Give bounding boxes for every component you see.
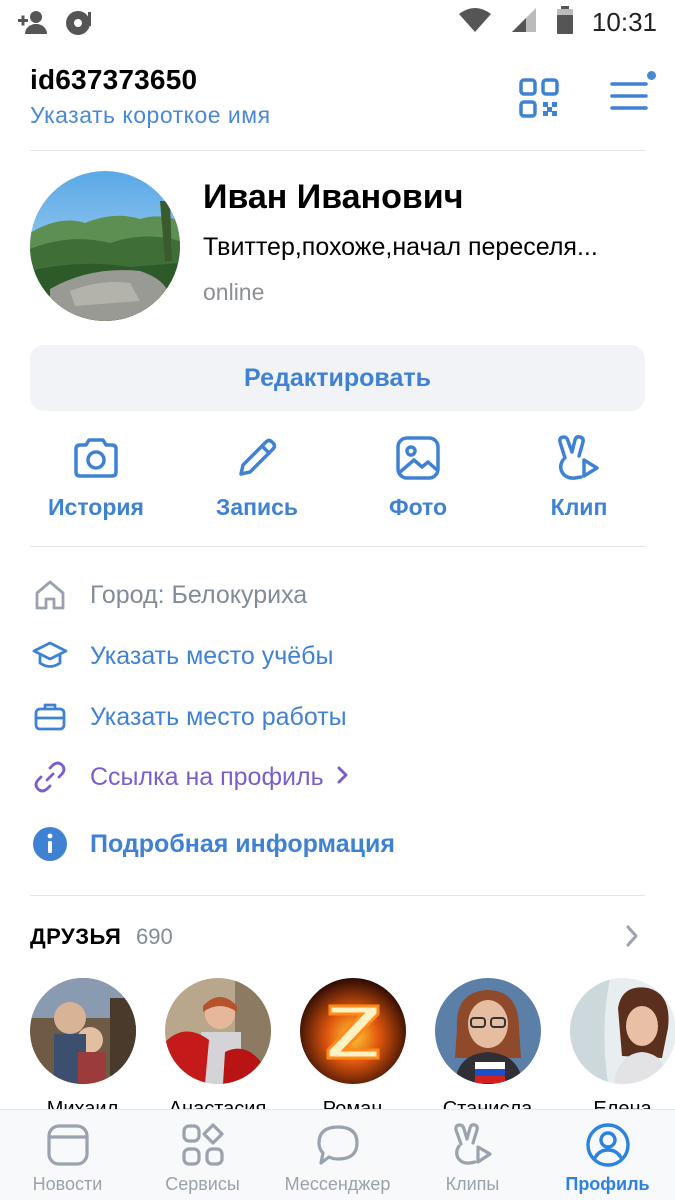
home-icon xyxy=(30,575,70,615)
bottom-tab-bar: Новости Сервисы Мессенджер Клипы Профиль xyxy=(0,1109,675,1200)
action-story[interactable]: История xyxy=(26,432,166,532)
tab-label: Мессенджер xyxy=(284,1174,391,1194)
profile-header: id637373650 Указать короткое имя xyxy=(30,62,656,142)
friend-item[interactable]: Михаил xyxy=(15,978,150,1121)
friends-count: 690 xyxy=(136,924,173,949)
signal-icon xyxy=(510,7,538,38)
briefcase-icon xyxy=(30,697,70,737)
tab-news[interactable]: Новости xyxy=(0,1110,135,1200)
education-link: Указать место учёбы xyxy=(90,641,334,670)
short-name-link[interactable]: Указать короткое имя xyxy=(30,102,271,129)
qr-code-icon xyxy=(519,78,559,118)
info-city: Город: Белокуриха xyxy=(30,575,645,615)
action-post[interactable]: Запись xyxy=(187,432,327,532)
tab-label: Клипы xyxy=(445,1174,500,1194)
divider xyxy=(30,150,645,151)
friend-item[interactable]: Роман xyxy=(285,978,420,1121)
tab-profile[interactable]: Профиль xyxy=(540,1110,675,1200)
friend-avatar xyxy=(29,978,136,1084)
info-education[interactable]: Указать место учёбы xyxy=(30,636,645,676)
action-label: Фото xyxy=(388,494,448,520)
tab-messenger[interactable]: Мессенджер xyxy=(270,1110,405,1200)
tab-clips[interactable]: Клипы xyxy=(405,1110,540,1200)
photo-icon xyxy=(396,436,440,480)
clip-icon xyxy=(558,435,599,480)
friend-item[interactable]: Анастасия xyxy=(150,978,285,1121)
profile-link-text: Ссылка на профиль xyxy=(90,762,324,791)
qr-code-button[interactable] xyxy=(515,74,563,122)
info-profile-link[interactable]: Ссылка на профиль xyxy=(30,757,645,797)
wifi-icon xyxy=(458,7,492,38)
online-status: online xyxy=(203,279,265,305)
friend-avatar xyxy=(569,978,675,1084)
pencil-icon xyxy=(239,438,277,476)
chevron-right-icon xyxy=(336,765,350,790)
friends-header[interactable]: ДРУЗЬЯ 690 xyxy=(30,922,645,956)
services-icon xyxy=(181,1123,224,1166)
divider xyxy=(30,546,645,547)
friend-avatar xyxy=(434,978,541,1084)
notification-dot xyxy=(647,71,656,80)
profile-name: Иван Иванович xyxy=(203,178,464,216)
info-icon xyxy=(30,824,70,864)
battery-icon xyxy=(556,6,574,39)
menu-button[interactable] xyxy=(608,71,656,120)
profile-icon xyxy=(585,1123,630,1167)
tab-label: Сервисы xyxy=(165,1174,240,1194)
action-clip[interactable]: Клип xyxy=(509,432,649,532)
avatar[interactable] xyxy=(30,171,180,321)
tab-label: Новости xyxy=(32,1174,103,1194)
action-photo[interactable]: Фото xyxy=(348,432,488,532)
friend-item[interactable]: Станисла xyxy=(420,978,555,1121)
status-bar: 10:31 xyxy=(0,0,675,48)
friend-avatar xyxy=(299,978,406,1084)
profile-status[interactable]: Твиттер,похоже,начал переселя... xyxy=(203,233,648,262)
clock: 10:31 xyxy=(591,7,657,37)
details-link: Подробная информация xyxy=(90,829,395,858)
tab-services[interactable]: Сервисы xyxy=(135,1110,270,1200)
media-icon xyxy=(64,8,94,43)
friend-avatar xyxy=(164,978,271,1084)
edit-profile-button[interactable]: Редактировать xyxy=(30,345,645,411)
user-id: id637373650 xyxy=(30,64,198,95)
quick-actions: История Запись Фото Клип xyxy=(30,432,645,532)
menu-icon xyxy=(610,82,648,110)
info-work[interactable]: Указать место работы xyxy=(30,697,645,737)
info-details[interactable]: Подробная информация xyxy=(30,824,645,864)
news-icon xyxy=(46,1124,89,1166)
chevron-right-icon xyxy=(625,924,639,953)
divider xyxy=(30,895,645,896)
clips-icon xyxy=(453,1123,492,1165)
action-label: Запись xyxy=(215,494,299,520)
work-link: Указать место работы xyxy=(90,702,347,731)
action-label: Клип xyxy=(550,494,608,520)
friend-item[interactable]: Елена xyxy=(555,978,675,1121)
city-text: Город: Белокуриха xyxy=(90,580,308,609)
add-friend-icon xyxy=(16,8,50,43)
graduation-cap-icon xyxy=(30,636,70,676)
tab-label: Профиль xyxy=(565,1174,650,1194)
messenger-icon xyxy=(316,1125,359,1165)
action-label: История xyxy=(48,494,144,520)
friends-title: ДРУЗЬЯ xyxy=(30,924,122,949)
camera-icon xyxy=(74,438,118,478)
link-icon xyxy=(30,757,70,797)
